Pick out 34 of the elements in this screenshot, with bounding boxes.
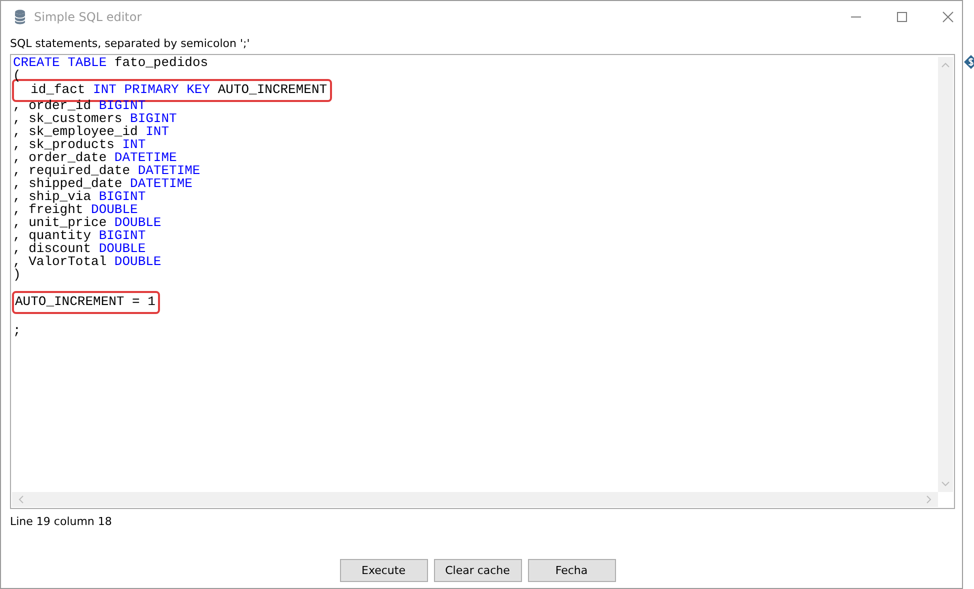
- window-title: Simple SQL editor: [34, 10, 142, 24]
- database-icon: [14, 9, 26, 25]
- code-line: id_fact INT PRIMARY KEY AUTO_INCREMENT: [30, 81, 328, 98]
- code-line: , unit_price DOUBLE: [13, 216, 162, 229]
- dialog-button[interactable]: Execute: [340, 559, 428, 582]
- code-line: ;: [13, 324, 21, 337]
- horizontal-scrollbar[interactable]: [12, 492, 938, 507]
- code-line: , ship_via BIGINT: [13, 190, 146, 203]
- dialog-button[interactable]: Clear cache: [434, 559, 522, 582]
- code-line: , order_id BIGINT: [13, 99, 146, 112]
- cursor-position: Line 19 column 18: [10, 515, 112, 528]
- sql-editor[interactable]: [10, 54, 955, 509]
- dialog-button[interactable]: Fecha: [528, 559, 616, 582]
- code-line: , quantity BIGINT: [13, 229, 146, 242]
- prompt-label: SQL statements, separated by semicolon ';': [10, 37, 250, 50]
- scroll-right-icon[interactable]: [926, 495, 932, 504]
- code-line: , required_date DATETIME: [13, 164, 200, 177]
- scroll-left-icon[interactable]: [18, 495, 24, 504]
- code-line: AUTO_INCREMENT = 1: [15, 293, 156, 310]
- close-icon[interactable]: [942, 11, 954, 23]
- maximize-icon[interactable]: [896, 11, 908, 23]
- scroll-down-icon[interactable]: [941, 481, 950, 487]
- scroll-up-icon[interactable]: [941, 62, 950, 68]
- code-line: CREATE TABLE fato_pedidos: [13, 56, 208, 69]
- code-line: , sk_employee_id INT: [13, 125, 170, 138]
- code-line: , order_date DATETIME: [13, 151, 177, 164]
- code-line: , ValorTotal DOUBLE: [13, 255, 162, 268]
- code-line: , freight DOUBLE: [13, 203, 138, 216]
- code-line: , sk_customers BIGINT: [13, 112, 177, 125]
- code-line: , shipped_date DATETIME: [13, 177, 192, 190]
- vertical-scrollbar[interactable]: [938, 57, 953, 492]
- code-line: , sk_products INT: [13, 138, 146, 151]
- code-line: , discount DOUBLE: [13, 242, 146, 255]
- code-line: ): [13, 268, 21, 281]
